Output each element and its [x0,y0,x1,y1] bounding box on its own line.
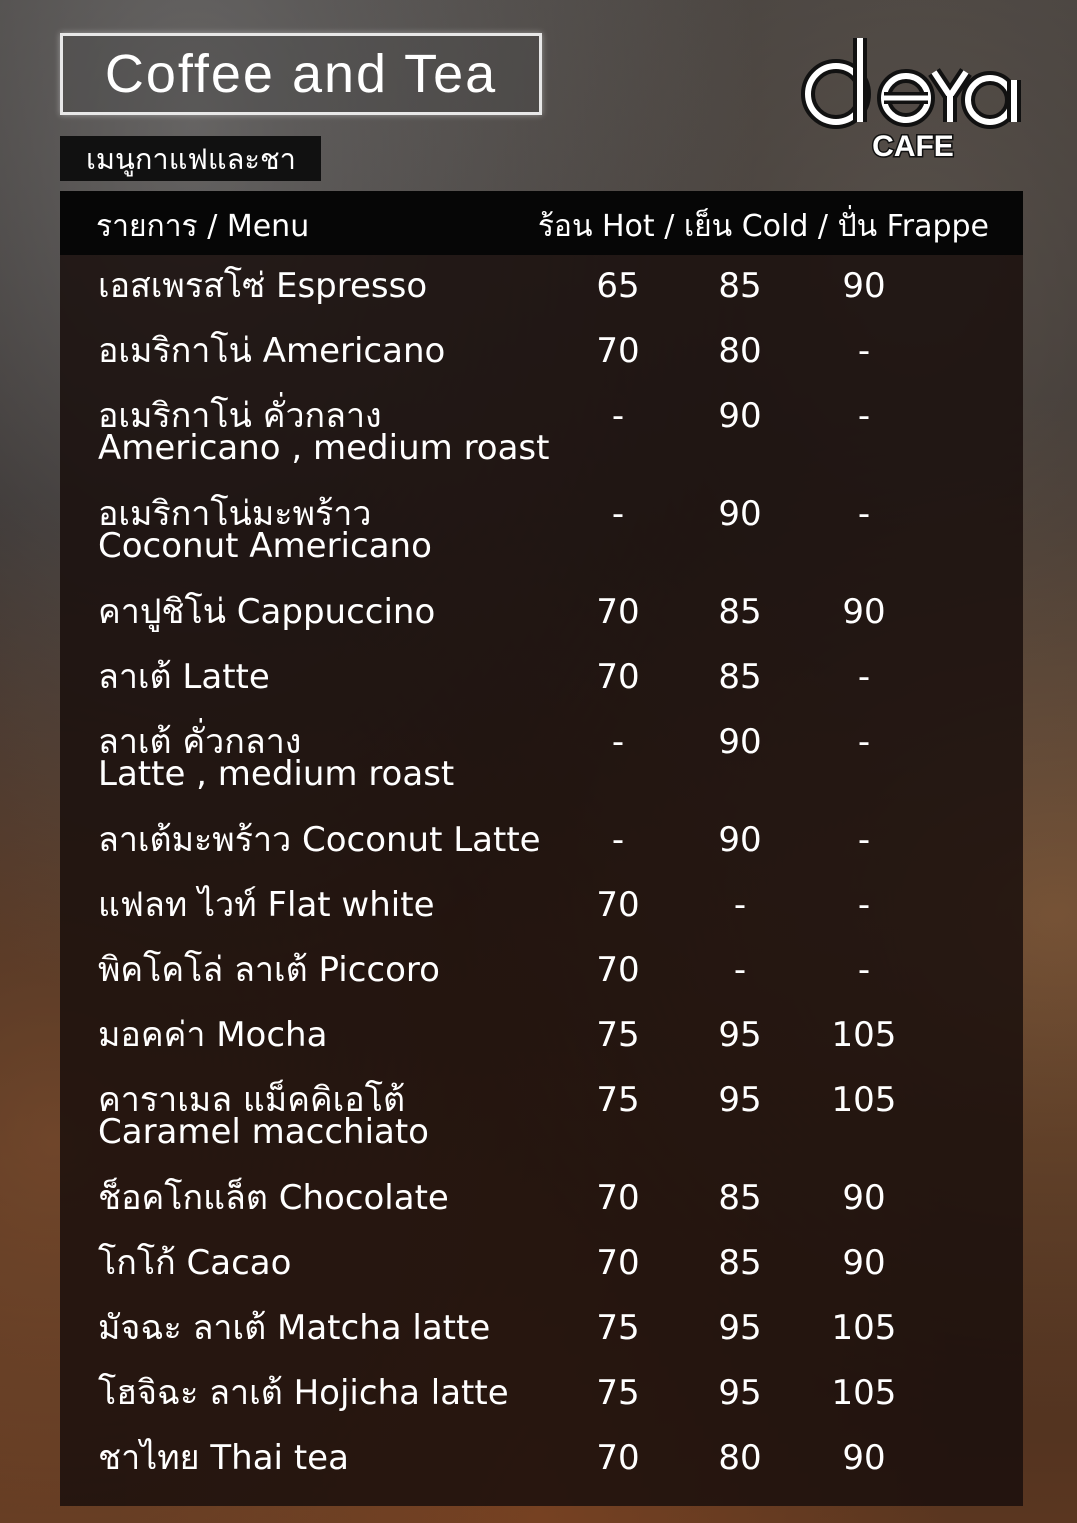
price-frappe: 105 [831,1308,897,1348]
price-cold: 90 [718,820,762,860]
price-frappe: 90 [842,592,886,632]
menu-item-name: โฮจิฉะ ลาเต้ Hojicha latte [98,1375,509,1411]
price-cold: 85 [718,592,762,632]
menu-item-name: คาราเมล แม็คคิเอโต้ Caramel macchiato [98,1082,429,1152]
price-frappe: 105 [831,1373,897,1413]
menu-item-name-line1: ลาเต้ Latte [98,657,270,697]
menu-item-name: พิคโคโล่ ลาเต้ Piccoro [98,952,440,988]
price-cold: 85 [718,1243,762,1283]
price-cold: 90 [718,396,762,436]
price-cold: 95 [718,1373,762,1413]
price-frappe: 90 [842,1243,886,1283]
price-hot: - [611,820,625,860]
menu-item-name-line1: มอคค่า Mocha [98,1015,328,1055]
price-cold: 80 [718,1438,762,1478]
price-hot: 75 [596,1015,640,1055]
menu-item-name-line1: อเมริกาโน่ Americano [98,331,446,371]
price-frappe: - [857,494,871,534]
price-cold: 85 [718,657,762,697]
menu-item-name: ลาเต้ Latte [98,659,270,695]
menu-item-name: คาปูชิโน่ Cappuccino [98,594,435,630]
menu-item-name: อเมริกาโน่ คั่วกลาง Americano , medium ro… [98,398,550,468]
price-hot: 70 [596,950,640,990]
price-hot: 65 [596,266,640,306]
menu-item-name: ลาเต้มะพร้าว Coconut Latte [98,822,541,858]
price-hot: 75 [596,1308,640,1348]
price-cold: 80 [718,331,762,371]
price-frappe: - [857,657,871,697]
price-cold: 95 [718,1308,762,1348]
header-columns-label: ร้อน Hot / เย็น Cold / ปั่น Frappe [537,209,989,244]
menu-item-name: แฟลท ไวท์ Flat white [98,887,434,923]
price-cold: 90 [718,494,762,534]
price-frappe: 90 [842,1178,886,1218]
price-hot: 70 [596,1243,640,1283]
price-cold: 95 [718,1080,762,1120]
price-frappe: - [857,950,871,990]
price-hot: 70 [596,592,640,632]
menu-item-name-line1: โฮจิฉะ ลาเต้ Hojicha latte [98,1373,509,1413]
logo-cafe-text: CAFE [872,130,954,163]
price-hot: 70 [596,331,640,371]
price-frappe: 90 [842,266,886,306]
price-frappe: 105 [831,1080,897,1120]
menu-item-name-line1: พิคโคโล่ ลาเต้ Piccoro [98,950,440,990]
price-hot: 70 [596,885,640,925]
price-frappe: 90 [842,1438,886,1478]
menu-item-name: เอสเพรสโซ่ Espresso [98,268,427,304]
price-cold: 90 [718,722,762,762]
price-frappe: 105 [831,1015,897,1055]
menu-item-name-line1: คาปูชิโน่ Cappuccino [98,592,436,632]
menu-item-name-line1: เอสเพรสโซ่ Espresso [98,266,428,306]
price-frappe: - [857,885,871,925]
price-cold: - [733,950,747,990]
menu-item-name-line1: แฟลท ไวท์ Flat white [98,885,435,925]
price-hot: - [611,722,625,762]
cafe-logo: CAFE [800,28,1030,168]
menu-item-name-line2: Coconut Americano [98,526,432,566]
price-cold: 95 [718,1015,762,1055]
page-subtitle: เมนูกาแฟและชา [60,136,321,181]
menu-item-name: มอคค่า Mocha [98,1017,327,1053]
page-title: Coffee and Tea [104,44,498,104]
price-hot: 75 [596,1373,640,1413]
price-cold: 85 [718,266,762,306]
menu-table: รายการ / Menu ร้อน Hot / เย็น Cold / ปั่… [60,191,1023,1506]
menu-item-name: อเมริกาโน่มะพร้าว Coconut Americano [98,496,432,566]
price-frappe: - [857,820,871,860]
menu-item-name-line1: มัจฉะ ลาเต้ Matcha latte [98,1308,491,1348]
menu-item-name-line1: ชาไทย Thai tea [98,1438,349,1478]
menu-header: รายการ / Menu ร้อน Hot / เย็น Cold / ปั่… [60,191,1023,255]
logo-graphic: CAFE [801,38,1021,165]
price-frappe: - [857,722,871,762]
menu-item-name-line1: ช็อคโกแล็ต Chocolate [98,1178,449,1218]
menu-item-name: โกโก้ Cacao [98,1245,291,1281]
header-menu-label: รายการ / Menu [96,209,310,244]
price-cold: - [733,885,747,925]
menu-item-name-line2: Americano , medium roast [98,428,550,468]
menu-item-name-line1: โกโก้ Cacao [98,1243,292,1283]
menu-item-name: ชาไทย Thai tea [98,1440,349,1476]
menu-item-name: ช็อคโกแล็ต Chocolate [98,1180,449,1216]
price-hot: - [611,494,625,534]
menu-item-name-line2: Caramel macchiato [98,1112,429,1152]
price-hot: 75 [596,1080,640,1120]
menu-item-name: อเมริกาโน่ Americano [98,333,445,369]
price-frappe: - [857,331,871,371]
price-hot: - [611,396,625,436]
price-cold: 85 [718,1178,762,1218]
price-hot: 70 [596,1178,640,1218]
price-hot: 70 [596,657,640,697]
title-box: Coffee and Tea [60,33,542,115]
menu-item-name: ลาเต้ คั่วกลาง Latte , medium roast [98,724,455,794]
menu-item-name-line1: ลาเต้มะพร้าว Coconut Latte [98,820,541,860]
menu-item-name-line2: Latte , medium roast [98,754,455,794]
price-hot: 70 [596,1438,640,1478]
price-frappe: - [857,396,871,436]
menu-item-name: มัจฉะ ลาเต้ Matcha latte [98,1310,490,1346]
